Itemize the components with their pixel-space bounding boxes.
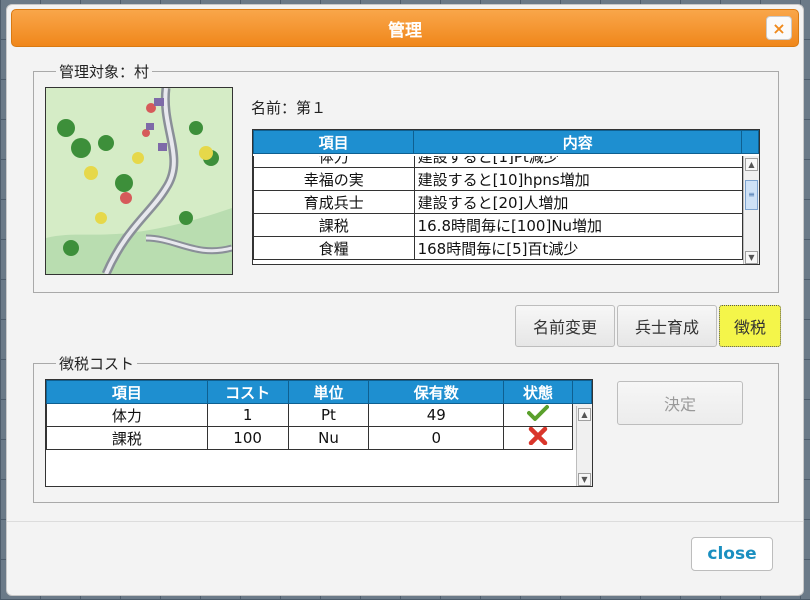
cost-legend: 徴税コスト — [59, 355, 135, 373]
target-legend: 管理対象：村 — [59, 63, 150, 81]
cost-cell-status — [503, 426, 573, 450]
cost-cell-unit: Nu — [287, 426, 370, 450]
info-cell-content: 建設すると[10]hpns増加 — [413, 167, 743, 191]
village-map-image — [45, 87, 233, 275]
cross-icon — [528, 426, 548, 446]
info-header-item: 項目 — [253, 130, 415, 154]
footer-divider — [7, 521, 803, 522]
info-cell-content: 16.8時間毎に[100]Nu増加 — [413, 213, 743, 237]
table-row: 食糧 168時間毎に[5]百t減少 — [253, 236, 743, 260]
cost-header-spacer — [572, 380, 592, 404]
table-row: 幸福の実 建設すると[10]hpns増加 — [253, 167, 743, 191]
info-scrollbar[interactable]: ▲ ≡ ▼ — [743, 156, 759, 264]
cost-scrollbar[interactable]: ▲ ▼ — [576, 406, 592, 486]
cost-cell-unit: Pt — [287, 403, 370, 427]
info-cell-item: 体力 — [253, 156, 415, 168]
tax-button[interactable]: 徴税 — [719, 305, 781, 347]
info-cell-item: 育成兵士 — [253, 190, 415, 214]
rename-button[interactable]: 名前変更 — [515, 305, 615, 347]
info-cell-content: 168時間毎に[5]百t減少 — [413, 236, 743, 260]
table-row: 課税 16.8時間毎に[100]Nu増加 — [253, 213, 743, 237]
info-cell-content: 建設すると[1]Pt減少 — [413, 156, 743, 168]
cost-header-item: 項目 — [46, 380, 208, 404]
scroll-up-icon[interactable]: ▲ — [578, 408, 591, 421]
table-row: 体力 建設すると[1]Pt減少 — [253, 156, 743, 168]
table-row: 育成兵士 建設すると[20]人増加 — [253, 190, 743, 214]
cost-cell-item: 課税 — [46, 426, 208, 450]
info-header-content: 内容 — [413, 130, 743, 154]
info-table: 項目 内容 体力 建設すると[1]Pt減少 幸福の実 建設すると[10]hpns… — [252, 129, 760, 265]
cost-cell-held: 49 — [368, 403, 505, 427]
cost-cell-cost: 1 — [206, 403, 289, 427]
info-cell-item: 課税 — [253, 213, 415, 237]
info-cell-item: 幸福の実 — [253, 167, 415, 191]
cost-header-held: 保有数 — [368, 380, 505, 404]
info-table-header: 項目 内容 — [253, 130, 759, 154]
info-cell-item: 食糧 — [253, 236, 415, 260]
close-icon[interactable]: × — [766, 16, 792, 40]
cost-cell-item: 体力 — [46, 403, 208, 427]
scroll-down-icon[interactable]: ▼ — [745, 251, 758, 264]
info-cell-content: 建設すると[20]人増加 — [413, 190, 743, 214]
table-row: 課税 100 Nu 0 — [46, 426, 592, 450]
cost-table: 項目 コスト 単位 保有数 状態 体力 1 Pt 49 課税 100 Nu 0 … — [45, 379, 593, 487]
scroll-down-icon[interactable]: ▼ — [578, 473, 591, 486]
cost-cell-held: 0 — [368, 426, 505, 450]
cost-header-unit: 単位 — [287, 380, 370, 404]
scroll-up-icon[interactable]: ▲ — [745, 158, 758, 171]
scroll-thumb[interactable]: ≡ — [745, 180, 758, 210]
dialog-titlebar[interactable]: 管理 × — [11, 9, 799, 47]
dialog-title: 管理 — [388, 20, 422, 41]
close-button[interactable]: close — [691, 537, 773, 571]
cost-cell-cost: 100 — [206, 426, 289, 450]
table-row: 体力 1 Pt 49 — [46, 403, 592, 427]
management-dialog: 管理 × 管理対象：村 名前：第１ 項目 内容 体力 建設すると[1]Pt減少 … — [6, 4, 804, 596]
cost-header-status: 状態 — [503, 380, 573, 404]
train-soldiers-button[interactable]: 兵士育成 — [617, 305, 717, 347]
info-table-body: 体力 建設すると[1]Pt減少 幸福の実 建設すると[10]hpns増加 育成兵… — [253, 156, 743, 264]
cost-cell-status — [503, 403, 573, 427]
cost-header-cost: コスト — [206, 380, 289, 404]
info-header-spacer — [741, 130, 759, 154]
name-label: 名前：第１ — [251, 99, 327, 117]
decide-button[interactable]: 決定 — [617, 381, 743, 425]
check-icon — [527, 405, 550, 421]
